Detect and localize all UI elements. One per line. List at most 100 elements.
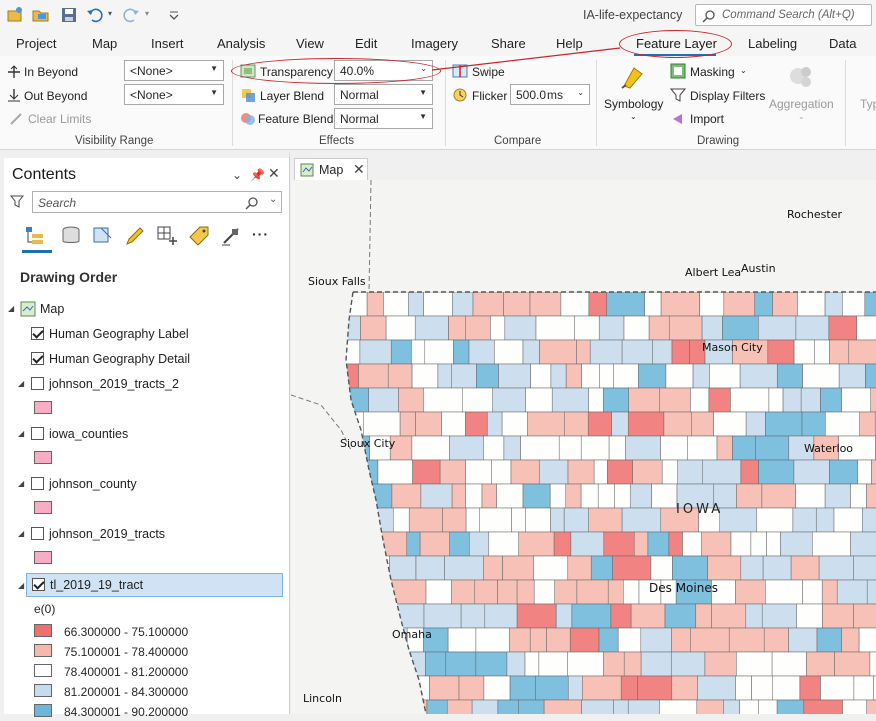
search-options-icon[interactable]: ⌄ — [269, 194, 277, 205]
layer-row-iowa-counties[interactable]: ◢ iowa_counties — [4, 423, 286, 445]
layer-row-johnson-2019-tracts[interactable]: ◢ johnson_2019_tracts — [4, 523, 286, 545]
flicker-interval-input[interactable]: 500.0 ms⌄ — [510, 84, 590, 105]
census-tract — [502, 412, 527, 436]
census-tract — [604, 532, 635, 556]
layer-symbol-swatch[interactable] — [34, 551, 52, 564]
census-tract — [724, 700, 740, 714]
type-button-partial[interactable]: Typ — [860, 97, 876, 111]
open-folder-icon[interactable] — [32, 6, 50, 24]
tab-project[interactable]: Project — [16, 36, 56, 51]
more-options-icon[interactable]: ··· — [252, 226, 269, 242]
collapse-icon[interactable]: ◢ — [18, 479, 24, 488]
census-tract — [858, 460, 872, 484]
layer-row-johnson-county[interactable]: ◢ johnson_county — [4, 473, 286, 495]
transparency-icon — [240, 63, 256, 79]
census-tract — [768, 340, 794, 364]
tab-edit[interactable]: Edit — [355, 36, 377, 51]
aggregation-dropdown-icon[interactable]: ⌄ — [798, 112, 805, 121]
layer-symbol-swatch[interactable] — [34, 401, 52, 414]
aggregation-button[interactable]: Aggregation — [769, 97, 834, 111]
collapse-icon[interactable]: ◢ — [8, 304, 14, 313]
tab-data[interactable]: Data — [829, 36, 856, 51]
import-button[interactable]: Import — [690, 112, 724, 126]
close-tab-icon[interactable]: ✕ — [353, 161, 365, 178]
census-tract — [589, 508, 622, 532]
feature-blend-dropdown[interactable]: Normal▼ — [334, 108, 433, 129]
layer-blend-dropdown[interactable]: Normal▼ — [334, 84, 433, 105]
list-by-selection-icon[interactable] — [92, 225, 114, 247]
filter-icon[interactable] — [10, 195, 24, 209]
save-icon[interactable] — [60, 6, 78, 24]
collapse-icon[interactable]: ◢ — [18, 429, 24, 438]
list-by-snapping-icon[interactable] — [156, 225, 178, 247]
census-tract — [759, 700, 777, 714]
list-by-perspective-icon[interactable] — [220, 225, 242, 247]
map-view[interactable]: Rochester Albert Lea Austin Sioux Falls … — [291, 180, 876, 714]
new-project-icon[interactable] — [6, 6, 24, 24]
pane-options-icon[interactable]: ⌄ — [232, 168, 242, 182]
symbology-dropdown-icon[interactable]: ⌄ — [630, 112, 637, 121]
customize-toolbar-icon[interactable] — [165, 6, 183, 24]
display-filters-button[interactable]: Display Filters — [690, 89, 765, 103]
census-tract — [423, 388, 462, 412]
symbology-button[interactable]: Symbology — [604, 97, 663, 111]
census-tract — [469, 532, 489, 556]
layer-row-tl-2019-19-tract[interactable]: tl_2019_19_tract — [26, 573, 283, 597]
undo-icon[interactable] — [86, 6, 104, 24]
close-pane-icon[interactable]: ✕ — [268, 165, 280, 182]
flicker-button[interactable]: Flicker — [472, 89, 507, 103]
census-tract — [466, 484, 482, 508]
census-tract — [472, 700, 498, 714]
census-tract — [794, 340, 815, 364]
tab-analysis[interactable]: Analysis — [217, 36, 265, 51]
redo-dropdown-icon[interactable]: ▾ — [145, 9, 149, 18]
list-by-drawing-order-icon[interactable] — [24, 225, 46, 247]
layer-row-human-geography-label[interactable]: Human Geography Label — [4, 323, 286, 345]
layer-row-map[interactable]: ◢ Map — [4, 298, 286, 320]
list-by-data-source-icon[interactable] — [60, 225, 82, 247]
redo-icon[interactable] — [122, 6, 140, 24]
collapse-icon[interactable]: ◢ — [18, 379, 24, 388]
masking-dropdown-icon[interactable]: ⌄ — [740, 66, 747, 75]
layer-visibility-checkbox[interactable] — [31, 527, 44, 540]
layer-visibility-checkbox[interactable] — [31, 477, 44, 490]
layer-visibility-checkbox[interactable] — [31, 377, 44, 390]
transparency-input[interactable]: 40.0%⌄ — [334, 60, 433, 81]
list-by-labeling-icon[interactable] — [188, 225, 210, 247]
tab-labeling[interactable]: Labeling — [748, 36, 797, 51]
undo-dropdown-icon[interactable]: ▾ — [108, 9, 112, 18]
in-beyond-dropdown[interactable]: <None>▼ — [124, 60, 224, 81]
layer-visibility-checkbox[interactable] — [31, 327, 44, 340]
clear-limits-button[interactable]: Clear Limits — [28, 112, 91, 126]
out-beyond-label[interactable]: Out Beyond — [24, 89, 87, 103]
tab-map[interactable]: Map — [92, 36, 117, 51]
layer-row-human-geography-detail[interactable]: Human Geography Detail — [4, 348, 286, 370]
layer-symbol-swatch[interactable] — [34, 451, 52, 464]
masking-button[interactable]: Masking — [690, 65, 735, 79]
census-tract — [789, 628, 818, 652]
layer-visibility-checkbox[interactable] — [31, 352, 44, 365]
tab-view[interactable]: View — [296, 36, 324, 51]
layer-symbol-swatch[interactable] — [34, 501, 52, 514]
list-by-editing-icon[interactable] — [124, 225, 146, 247]
census-tracts[interactable] — [341, 292, 876, 714]
layer-visibility-checkbox[interactable] — [32, 578, 45, 591]
collapse-icon[interactable]: ◢ — [18, 529, 24, 538]
pin-pane-icon[interactable]: 📌 — [250, 168, 265, 182]
layer-row-johnson-2019-tracts-2[interactable]: ◢ johnson_2019_tracts_2 — [4, 373, 286, 395]
census-tract — [504, 436, 521, 460]
tab-insert[interactable]: Insert — [151, 36, 184, 51]
command-search-input[interactable]: Command Search (Alt+Q) — [695, 4, 872, 26]
out-beyond-dropdown[interactable]: <None>▼ — [124, 84, 224, 105]
tab-feature-layer[interactable]: Feature Layer — [636, 36, 717, 51]
aggregation-icon[interactable] — [786, 62, 816, 92]
census-tract — [582, 700, 614, 714]
map-view-tab[interactable]: Map ✕ — [294, 158, 368, 180]
census-tract — [729, 628, 764, 652]
census-tract — [591, 556, 612, 580]
in-beyond-label[interactable]: In Beyond — [24, 65, 78, 79]
census-tract — [759, 460, 794, 484]
collapse-icon[interactable]: ◢ — [18, 581, 24, 590]
contents-search-input[interactable]: Search ⌄ — [32, 191, 282, 213]
layer-visibility-checkbox[interactable] — [31, 427, 44, 440]
